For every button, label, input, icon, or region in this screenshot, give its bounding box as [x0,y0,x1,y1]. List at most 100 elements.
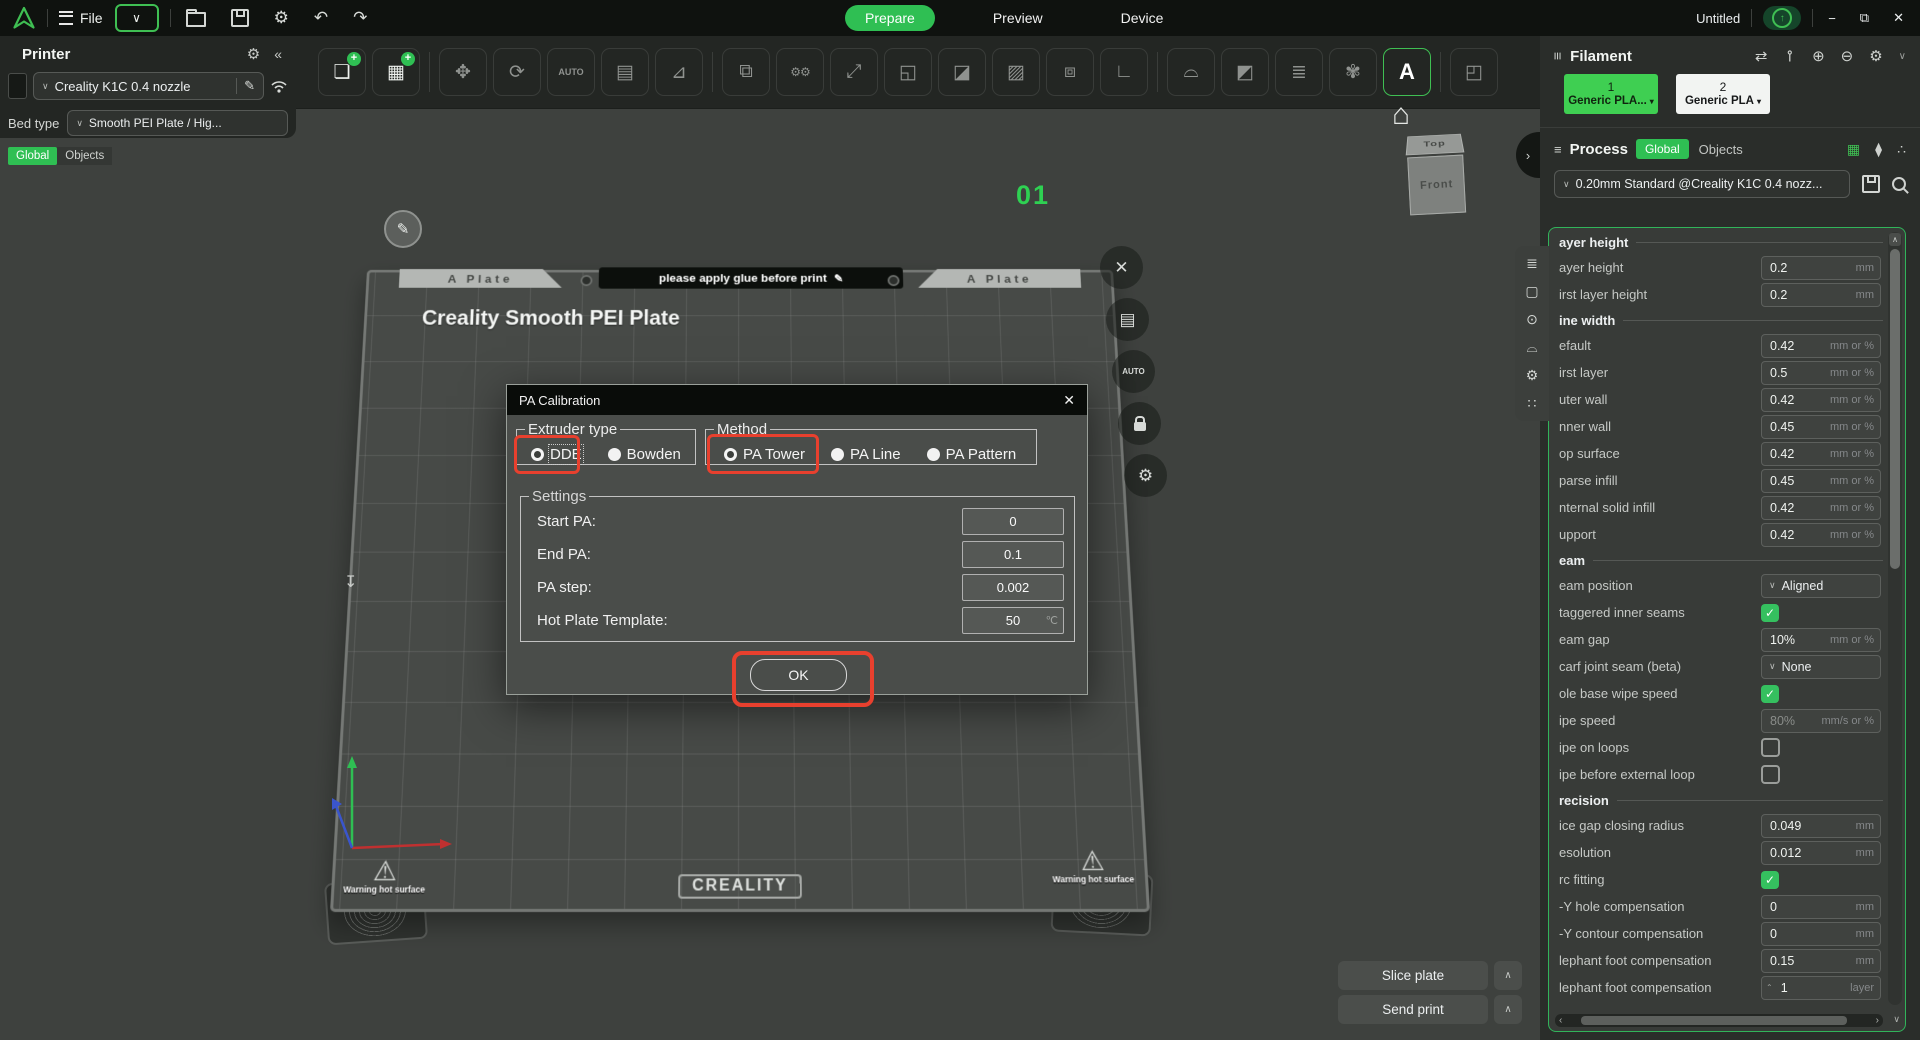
process-tab-objects[interactable]: Objects [1699,142,1743,157]
fuzzy-skin-button[interactable]: ▨ [992,48,1040,96]
sync-filament-icon[interactable]: ⇄ [1755,47,1768,65]
top-surface-line-width-input[interactable]: 0.42 mm or % [1761,441,1881,466]
lock-plate-button[interactable] [1118,402,1161,445]
scale-button[interactable]: ⤢ [830,48,878,96]
vertical-scrollbar[interactable]: ∧ [1888,232,1902,1005]
split-objects-button[interactable]: ◱ [884,48,932,96]
category-quality-icon[interactable]: ≣ [1526,256,1538,271]
collapse-panel-icon[interactable]: « [274,46,282,62]
parameter-table-icon[interactable]: ▦ [1847,141,1860,158]
scrollbar-thumb[interactable] [1581,1016,1847,1025]
add-plate-button[interactable]: ▦ + [372,48,420,96]
scrollbar-thumb[interactable] [1890,249,1900,569]
ok-button[interactable]: OK [750,659,847,691]
lay-flat-button[interactable]: ⊿ [655,48,703,96]
seam-position-select[interactable]: ∨ Aligned [1761,573,1881,598]
compare-presets-icon[interactable]: ∴ [1897,141,1906,158]
outer-wall-line-width-input[interactable]: 0.42 mm or % [1761,387,1881,412]
filament-slot-1[interactable]: 1 Generic PLA... ▾ [1564,74,1658,114]
simplify-button[interactable]: ≣ [1275,48,1323,96]
crack-model-button[interactable]: ◩ [1221,48,1269,96]
remove-filament-icon[interactable]: ⊖ [1841,47,1854,65]
staggered-inner-seams-checkbox[interactable]: ✓ [1761,603,1779,622]
view-cube-top-face[interactable]: Top [1405,133,1465,156]
scroll-left-arrow[interactable]: ‹ [1559,1015,1562,1026]
measure-button[interactable]: ∟ [1100,48,1148,96]
arrange-button[interactable]: ▤ [601,48,649,96]
wifi-icon[interactable] [270,79,288,93]
xy-contour-compensation-input[interactable]: 0 mm [1761,921,1881,946]
layer-height-input[interactable]: 0.2 mm [1761,255,1881,280]
filament-slot-2[interactable]: 2 Generic PLA ▾ [1676,74,1770,114]
search-settings-icon[interactable] [1892,177,1906,191]
auto-orient-button[interactable]: AUTO [547,48,595,96]
clone-button[interactable]: ⧉ [722,48,770,96]
save-icon[interactable] [230,9,249,27]
inner-wall-line-width-input[interactable]: 0.45 mm or % [1761,414,1881,439]
support-line-width-input[interactable]: 0.42 mm or % [1761,522,1881,547]
home-view-icon[interactable]: ⌂ [1392,98,1410,132]
slice-options-button[interactable]: ∧ [1494,961,1522,990]
category-multimaterial-icon[interactable]: ∷ [1528,396,1537,411]
printer-select[interactable]: ∨ Creality K1C 0.4 nozzle ✎ [33,72,264,100]
slice-plate-button[interactable]: Slice plate [1338,961,1488,990]
category-speed-icon[interactable]: ⊙ [1526,312,1538,327]
plugin-button[interactable]: ◰ [1450,48,1498,96]
send-print-button[interactable]: Send print [1338,995,1488,1024]
category-strength-icon[interactable]: ▢ [1525,284,1538,299]
seam-gap-input[interactable]: 10% mm or % [1761,627,1881,652]
color-paint-button[interactable]: ✾ [1329,48,1377,96]
wipe-speed-input[interactable]: 80% mm/s or % [1761,708,1881,733]
view-cube[interactable]: Top Front [1405,129,1467,216]
category-others-icon[interactable]: ⚙ [1526,368,1539,383]
settings-icon[interactable]: ⚙ [274,8,289,28]
process-tab-global[interactable]: Global [1635,139,1689,159]
text-tool-button[interactable]: A [1383,48,1431,96]
slice-gap-closing-radius-input[interactable]: 0.049 mm [1761,813,1881,838]
scroll-right-arrow[interactable]: › [1876,1015,1879,1026]
scroll-down-arrow[interactable]: ∨ [1893,1014,1900,1025]
cloud-upload-button[interactable]: ↑ [1763,6,1802,30]
edit-plate-name-button[interactable]: ✎ [384,210,422,248]
first-layer-height-input[interactable]: 0.2 mm [1761,282,1881,307]
restore-button[interactable]: ⧉ [1860,10,1869,26]
wipe-before-external-loop-checkbox[interactable] [1761,765,1780,784]
close-icon[interactable]: ✕ [1063,392,1075,409]
process-preset-select[interactable]: ∨ 0.20mm Standard @Creality K1C 0.4 nozz… [1554,170,1850,198]
move-button[interactable]: ✥ [439,48,487,96]
printer-settings-icon[interactable]: ⚙ [247,45,260,63]
method-pa-pattern-radio[interactable]: PA Pattern [926,446,1016,463]
method-pa-tower-radio[interactable]: PA Tower [724,446,805,463]
extruder-dde-radio[interactable]: DDE [531,443,584,465]
elephant-foot-layers-input[interactable]: ⌃ 1 layer [1761,975,1881,1000]
edit-printer-icon[interactable]: ✎ [236,78,255,94]
pa-step-input[interactable]: 0.002 [962,574,1064,601]
cut-button[interactable]: ◪ [938,48,986,96]
rotate-button[interactable]: ⟳ [493,48,541,96]
auto-arrange-plate-button[interactable]: AUTO [1112,350,1155,393]
sparse-infill-line-width-input[interactable]: 0.45 mm or % [1761,468,1881,493]
file-dropdown-button[interactable]: ∨ [114,4,159,32]
open-file-icon[interactable] [185,9,206,27]
plate-gear-button[interactable]: ⚙ [1124,454,1167,497]
arc-fitting-checkbox[interactable]: ✓ [1761,870,1779,889]
start-pa-input[interactable]: 0 [962,508,1064,535]
xy-hole-compensation-input[interactable]: 0 mm [1761,894,1881,919]
horizontal-scrollbar[interactable]: ‹ › [1555,1014,1883,1027]
scroll-up-arrow[interactable]: ∧ [1889,233,1901,246]
send-options-button[interactable]: ∧ [1494,995,1522,1024]
filament-settings-icon[interactable]: ⚙ [1869,47,1882,65]
support-paint-button[interactable]: ⌓ [1167,48,1215,96]
elephant-foot-compensation-input[interactable]: 0.15 mm [1761,948,1881,973]
preset-tag-icon[interactable]: ⧫ [1875,141,1882,158]
add-filament-icon[interactable]: ⊕ [1812,47,1825,65]
add-model-button[interactable]: ❏ + [318,48,366,96]
resolution-input[interactable]: 0.012 mm [1761,840,1881,865]
undo-icon[interactable]: ↶ [314,8,328,28]
scarf-joint-seam-select[interactable]: ∨ None [1761,654,1881,679]
tab-objects[interactable]: Objects [57,147,113,165]
plate-handle-icon[interactable]: ↧ [344,572,357,592]
batch-settings-button[interactable]: ⚙⚙ [776,48,824,96]
tab-prepare[interactable]: Prepare [845,5,935,31]
redo-icon[interactable]: ↷ [353,8,367,28]
